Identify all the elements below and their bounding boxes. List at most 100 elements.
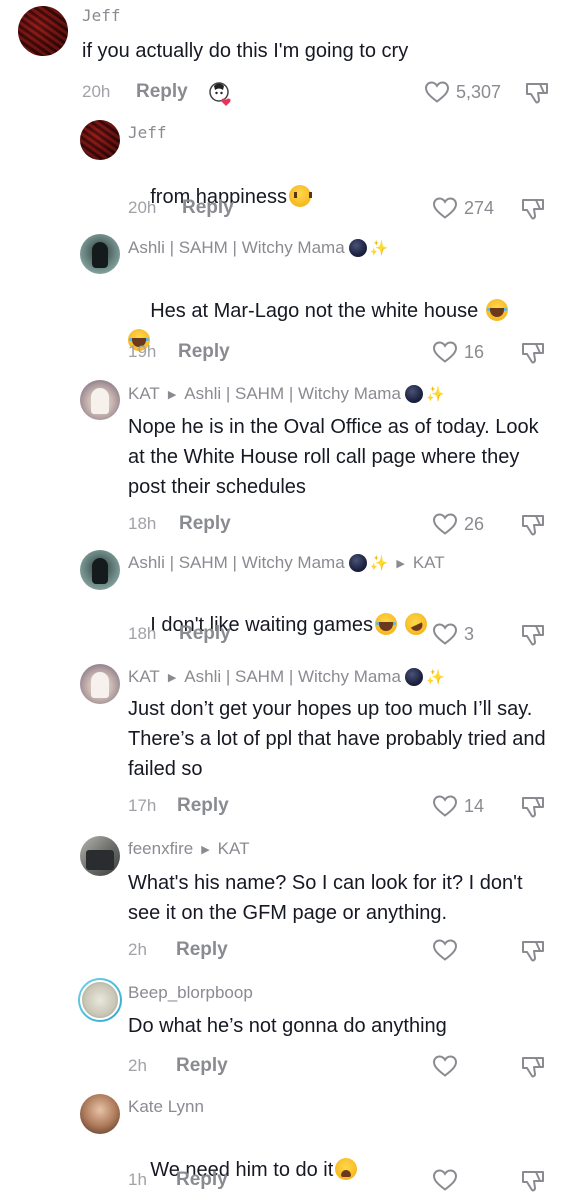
like-count: 3	[464, 623, 475, 644]
thumbs-down-icon[interactable]	[520, 196, 546, 222]
comment-timestamp: 20h	[82, 82, 111, 101]
comment-timestamp: 17h	[128, 796, 157, 815]
comment-reply: Beep_blorpboop Do what he’s not gonna do…	[0, 978, 571, 1088]
heart-outline-icon	[432, 939, 458, 961]
reply-to-username[interactable]: KAT	[413, 553, 445, 573]
comment-reply: Jeff from happiness 20h Reply 274	[0, 118, 571, 223]
sparkles-emoji-icon: ✨	[369, 240, 389, 257]
reply-to-username[interactable]: Ashli | SAHM | Witchy Mama	[184, 667, 401, 687]
like-button[interactable]	[432, 1168, 464, 1192]
comment-text: Nope he is in the Oval Office as of toda…	[128, 416, 545, 498]
comment-username[interactable]: Jeff	[82, 6, 121, 25]
comment-timestamp: 1h	[128, 1170, 147, 1189]
comment-username[interactable]: KAT ▶ Ashli | SAHM | Witchy Mama ✨	[128, 384, 445, 404]
comment-text: Hes at Mar-Lago not the white house	[128, 266, 548, 386]
reply-button[interactable]: Reply	[177, 795, 229, 817]
loudly-crying-face-emoji-icon	[485, 299, 508, 321]
reply-button[interactable]: Reply	[176, 1055, 228, 1077]
like-count: 16	[464, 341, 485, 362]
comment-timestamp: 2h	[128, 1056, 147, 1075]
like-button[interactable]: 274	[432, 196, 494, 220]
comment-timestamp: 19h	[128, 342, 157, 361]
comment-reply: feenxfire ▶ KAT What's his name? So I can …	[0, 834, 571, 969]
comment-timestamp: 18h	[128, 624, 157, 643]
thumbs-down-icon[interactable]	[520, 1054, 546, 1080]
dark-moon-emoji-icon	[404, 385, 423, 403]
like-count: 14	[464, 795, 485, 816]
thumbs-down-icon[interactable]	[520, 512, 546, 538]
comment-timestamp: 18h	[128, 514, 157, 533]
comment-reply: KAT ▶ Ashli | SAHM | Witchy Mama ✨ Just don…	[0, 662, 571, 822]
comment-username[interactable]: Jeff	[128, 123, 167, 142]
reply-button[interactable]: Reply	[179, 513, 231, 535]
like-button[interactable]: 16	[432, 340, 484, 364]
reply-button[interactable]: Reply	[182, 197, 234, 219]
comment-text: What's his name? So I can look for it? I…	[128, 872, 529, 924]
avatar[interactable]	[80, 664, 120, 704]
reply-button[interactable]: Reply	[176, 1169, 228, 1191]
reply-to-username[interactable]: KAT	[218, 839, 250, 859]
thumbs-down-icon[interactable]	[520, 622, 546, 648]
triangle-right-icon: ▶	[167, 388, 177, 401]
reply-button[interactable]: Reply	[178, 341, 230, 363]
thumbs-down-icon[interactable]	[520, 938, 546, 964]
triangle-right-icon: ▶	[396, 557, 405, 570]
avatar[interactable]	[80, 120, 120, 160]
heart-outline-icon	[432, 623, 458, 645]
loudly-crying-face-emoji-icon	[375, 613, 398, 635]
comment-text: Just don’t get your hopes up too much I’…	[128, 698, 552, 780]
heart-outline-icon	[432, 197, 458, 219]
comment: Jeff if you actually do this I'm going t…	[0, 0, 571, 115]
avatar-sticker-with-heart-icon	[209, 82, 231, 106]
comment-text: We need him to do it	[128, 1125, 358, 1200]
like-button[interactable]: 5,307	[424, 80, 501, 104]
avatar[interactable]	[78, 978, 122, 1022]
comment-username[interactable]: KAT ▶ Ashli | SAHM | Witchy Mama ✨	[128, 667, 445, 687]
avatar[interactable]	[80, 836, 120, 876]
comment-username[interactable]: Kate Lynn	[128, 1097, 204, 1117]
thumbs-down-icon[interactable]	[524, 80, 550, 106]
comment-text: I don't like waiting games	[128, 580, 431, 670]
triangle-right-icon: ▶	[201, 843, 210, 856]
rolling-on-the-floor-laughing-emoji-icon	[401, 609, 431, 639]
dark-moon-emoji-icon	[348, 239, 367, 257]
thumbs-down-icon[interactable]	[520, 340, 546, 366]
like-button[interactable]	[432, 1054, 464, 1078]
thumbs-down-icon[interactable]	[520, 794, 546, 820]
reply-to-username[interactable]: Ashli | SAHM | Witchy Mama	[184, 384, 401, 404]
like-button[interactable]: 14	[432, 794, 484, 818]
comment-text: Do what he’s not gonna do anything	[128, 1015, 447, 1037]
triangle-right-icon: ▶	[167, 671, 177, 684]
like-count: 274	[464, 197, 495, 218]
comment-username[interactable]: Ashli | SAHM | Witchy Mama ✨	[128, 238, 388, 258]
thumbs-down-icon[interactable]	[520, 1168, 546, 1194]
sparkles-emoji-icon: ✨	[369, 555, 389, 572]
avatar-image	[80, 980, 120, 1020]
like-count: 5,307	[456, 81, 502, 102]
avatar[interactable]	[80, 380, 120, 420]
weary-face-emoji-icon	[335, 1158, 358, 1180]
comment-timestamp: 20h	[128, 198, 157, 217]
comment-text: if you actually do this I'm going to cry	[82, 40, 409, 62]
like-count: 26	[464, 513, 485, 534]
comment-username[interactable]: feenxfire ▶ KAT	[128, 839, 249, 859]
dark-moon-emoji-icon	[404, 668, 423, 686]
avatar[interactable]	[18, 6, 68, 56]
like-button[interactable]	[432, 938, 464, 962]
dark-moon-emoji-icon	[348, 554, 367, 572]
comment-username[interactable]: Ashli | SAHM | Witchy Mama ✨ ▶ KAT	[128, 553, 445, 573]
avatar[interactable]	[80, 550, 120, 590]
like-button[interactable]: 3	[432, 622, 474, 646]
avatar[interactable]	[80, 1094, 120, 1134]
comment-timestamp: 2h	[128, 940, 147, 959]
comment-reply: Kate Lynn We need him to do it 1h Reply	[0, 1092, 571, 1200]
heart-outline-icon	[424, 81, 450, 103]
comment-username[interactable]: Beep_blorpboop	[128, 983, 253, 1003]
reply-button[interactable]: Reply	[176, 939, 228, 961]
heart-outline-icon	[432, 341, 458, 363]
reply-button[interactable]: Reply	[179, 623, 231, 645]
like-button[interactable]: 26	[432, 512, 484, 536]
reply-button[interactable]: Reply	[136, 81, 188, 103]
comment-reply: Ashli | SAHM | Witchy Mama ✨ Hes at Mar-L…	[0, 232, 571, 372]
avatar[interactable]	[80, 234, 120, 274]
